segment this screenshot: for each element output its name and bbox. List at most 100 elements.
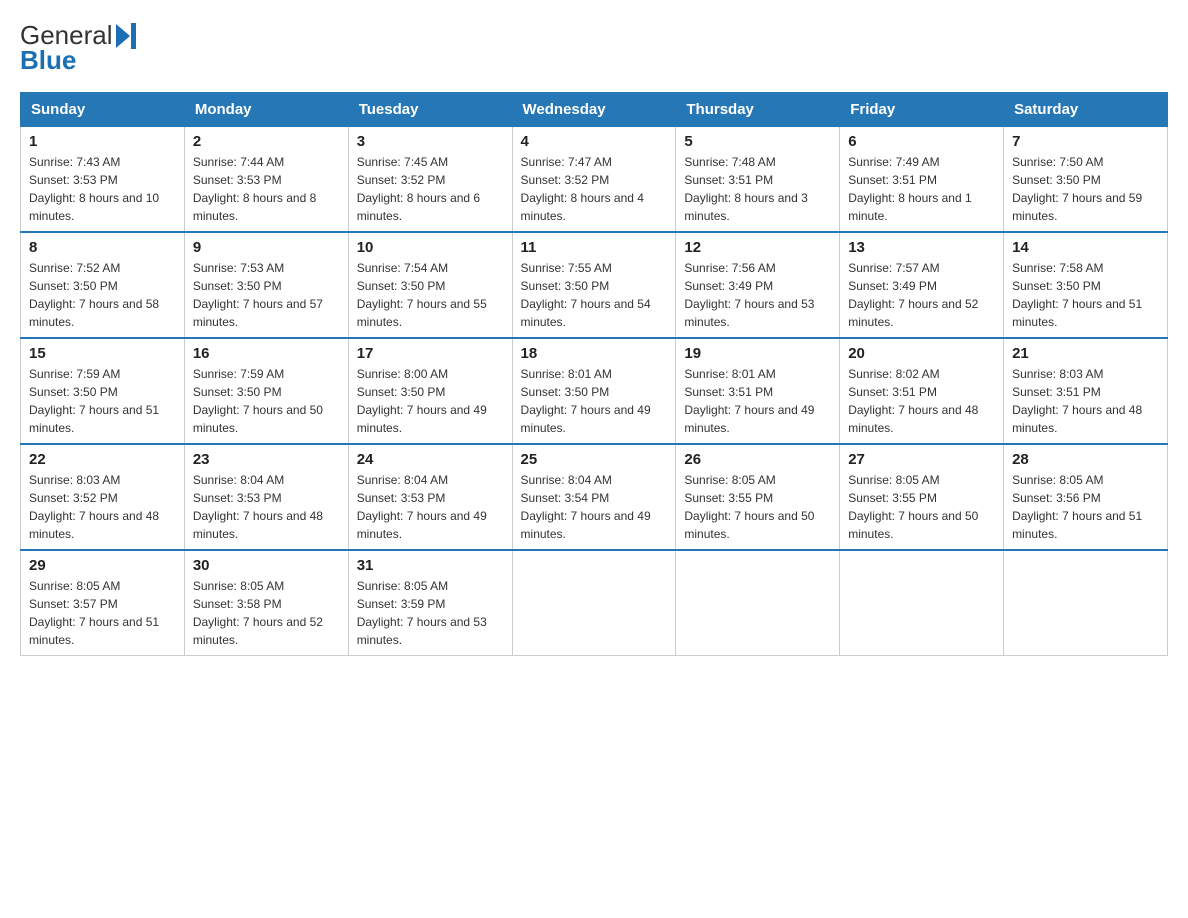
calendar-cell: 8 Sunrise: 7:52 AM Sunset: 3:50 PM Dayli… <box>21 232 185 338</box>
day-number: 6 <box>848 133 995 150</box>
day-number: 11 <box>521 239 668 256</box>
day-number: 7 <box>1012 133 1159 150</box>
calendar-cell: 31 Sunrise: 8:05 AM Sunset: 3:59 PM Dayl… <box>348 550 512 656</box>
day-of-week-header: Monday <box>184 93 348 127</box>
calendar-cell: 4 Sunrise: 7:47 AM Sunset: 3:52 PM Dayli… <box>512 127 676 233</box>
calendar-cell: 22 Sunrise: 8:03 AM Sunset: 3:52 PM Dayl… <box>21 444 185 550</box>
day-info: Sunrise: 7:43 AM Sunset: 3:53 PM Dayligh… <box>29 153 176 225</box>
day-info: Sunrise: 7:47 AM Sunset: 3:52 PM Dayligh… <box>521 153 668 225</box>
day-info: Sunrise: 7:59 AM Sunset: 3:50 PM Dayligh… <box>193 365 340 437</box>
day-info: Sunrise: 8:01 AM Sunset: 3:51 PM Dayligh… <box>684 365 831 437</box>
day-info: Sunrise: 7:52 AM Sunset: 3:50 PM Dayligh… <box>29 259 176 331</box>
day-info: Sunrise: 8:00 AM Sunset: 3:50 PM Dayligh… <box>357 365 504 437</box>
day-number: 14 <box>1012 239 1159 256</box>
calendar-cell: 10 Sunrise: 7:54 AM Sunset: 3:50 PM Dayl… <box>348 232 512 338</box>
calendar-cell: 2 Sunrise: 7:44 AM Sunset: 3:53 PM Dayli… <box>184 127 348 233</box>
day-info: Sunrise: 8:05 AM Sunset: 3:55 PM Dayligh… <box>848 471 995 543</box>
calendar-cell: 18 Sunrise: 8:01 AM Sunset: 3:50 PM Dayl… <box>512 338 676 444</box>
day-info: Sunrise: 8:05 AM Sunset: 3:58 PM Dayligh… <box>193 577 340 649</box>
day-number: 23 <box>193 451 340 468</box>
day-of-week-header: Thursday <box>676 93 840 127</box>
day-number: 19 <box>684 345 831 362</box>
calendar-cell: 7 Sunrise: 7:50 AM Sunset: 3:50 PM Dayli… <box>1004 127 1168 233</box>
calendar-cell: 1 Sunrise: 7:43 AM Sunset: 3:53 PM Dayli… <box>21 127 185 233</box>
day-number: 30 <box>193 557 340 574</box>
day-info: Sunrise: 7:44 AM Sunset: 3:53 PM Dayligh… <box>193 153 340 225</box>
day-number: 27 <box>848 451 995 468</box>
day-of-week-header: Saturday <box>1004 93 1168 127</box>
day-number: 3 <box>357 133 504 150</box>
calendar-cell: 5 Sunrise: 7:48 AM Sunset: 3:51 PM Dayli… <box>676 127 840 233</box>
day-number: 5 <box>684 133 831 150</box>
day-number: 12 <box>684 239 831 256</box>
day-info: Sunrise: 8:02 AM Sunset: 3:51 PM Dayligh… <box>848 365 995 437</box>
day-info: Sunrise: 8:04 AM Sunset: 3:53 PM Dayligh… <box>357 471 504 543</box>
day-number: 8 <box>29 239 176 256</box>
day-number: 1 <box>29 133 176 150</box>
day-info: Sunrise: 8:05 AM Sunset: 3:55 PM Dayligh… <box>684 471 831 543</box>
day-info: Sunrise: 7:54 AM Sunset: 3:50 PM Dayligh… <box>357 259 504 331</box>
day-info: Sunrise: 7:50 AM Sunset: 3:50 PM Dayligh… <box>1012 153 1159 225</box>
calendar-cell: 19 Sunrise: 8:01 AM Sunset: 3:51 PM Dayl… <box>676 338 840 444</box>
calendar-cell: 21 Sunrise: 8:03 AM Sunset: 3:51 PM Dayl… <box>1004 338 1168 444</box>
day-number: 20 <box>848 345 995 362</box>
day-number: 10 <box>357 239 504 256</box>
calendar-cell: 30 Sunrise: 8:05 AM Sunset: 3:58 PM Dayl… <box>184 550 348 656</box>
day-info: Sunrise: 8:03 AM Sunset: 3:52 PM Dayligh… <box>29 471 176 543</box>
calendar-cell <box>512 550 676 656</box>
day-number: 25 <box>521 451 668 468</box>
logo: General Blue <box>20 20 136 76</box>
day-number: 31 <box>357 557 504 574</box>
day-of-week-header: Sunday <box>21 93 185 127</box>
day-info: Sunrise: 8:01 AM Sunset: 3:50 PM Dayligh… <box>521 365 668 437</box>
day-number: 9 <box>193 239 340 256</box>
calendar-cell: 17 Sunrise: 8:00 AM Sunset: 3:50 PM Dayl… <box>348 338 512 444</box>
day-of-week-header: Wednesday <box>512 93 676 127</box>
day-number: 24 <box>357 451 504 468</box>
calendar-cell: 29 Sunrise: 8:05 AM Sunset: 3:57 PM Dayl… <box>21 550 185 656</box>
calendar-cell: 13 Sunrise: 7:57 AM Sunset: 3:49 PM Dayl… <box>840 232 1004 338</box>
day-info: Sunrise: 7:57 AM Sunset: 3:49 PM Dayligh… <box>848 259 995 331</box>
day-info: Sunrise: 8:04 AM Sunset: 3:54 PM Dayligh… <box>521 471 668 543</box>
day-info: Sunrise: 7:48 AM Sunset: 3:51 PM Dayligh… <box>684 153 831 225</box>
day-info: Sunrise: 7:53 AM Sunset: 3:50 PM Dayligh… <box>193 259 340 331</box>
day-info: Sunrise: 8:03 AM Sunset: 3:51 PM Dayligh… <box>1012 365 1159 437</box>
day-number: 17 <box>357 345 504 362</box>
calendar-cell: 16 Sunrise: 7:59 AM Sunset: 3:50 PM Dayl… <box>184 338 348 444</box>
calendar-cell: 3 Sunrise: 7:45 AM Sunset: 3:52 PM Dayli… <box>348 127 512 233</box>
day-info: Sunrise: 7:56 AM Sunset: 3:49 PM Dayligh… <box>684 259 831 331</box>
day-info: Sunrise: 8:05 AM Sunset: 3:59 PM Dayligh… <box>357 577 504 649</box>
calendar-cell: 25 Sunrise: 8:04 AM Sunset: 3:54 PM Dayl… <box>512 444 676 550</box>
calendar-cell: 14 Sunrise: 7:58 AM Sunset: 3:50 PM Dayl… <box>1004 232 1168 338</box>
day-of-week-header: Tuesday <box>348 93 512 127</box>
day-number: 21 <box>1012 345 1159 362</box>
day-number: 13 <box>848 239 995 256</box>
day-info: Sunrise: 7:59 AM Sunset: 3:50 PM Dayligh… <box>29 365 176 437</box>
day-number: 26 <box>684 451 831 468</box>
day-info: Sunrise: 8:05 AM Sunset: 3:56 PM Dayligh… <box>1012 471 1159 543</box>
calendar-cell: 24 Sunrise: 8:04 AM Sunset: 3:53 PM Dayl… <box>348 444 512 550</box>
page-header: General Blue <box>20 20 1168 76</box>
day-number: 4 <box>521 133 668 150</box>
calendar-cell: 6 Sunrise: 7:49 AM Sunset: 3:51 PM Dayli… <box>840 127 1004 233</box>
day-info: Sunrise: 8:05 AM Sunset: 3:57 PM Dayligh… <box>29 577 176 649</box>
calendar-cell: 11 Sunrise: 7:55 AM Sunset: 3:50 PM Dayl… <box>512 232 676 338</box>
day-number: 2 <box>193 133 340 150</box>
calendar-cell: 23 Sunrise: 8:04 AM Sunset: 3:53 PM Dayl… <box>184 444 348 550</box>
day-info: Sunrise: 8:04 AM Sunset: 3:53 PM Dayligh… <box>193 471 340 543</box>
calendar-cell: 20 Sunrise: 8:02 AM Sunset: 3:51 PM Dayl… <box>840 338 1004 444</box>
day-number: 15 <box>29 345 176 362</box>
calendar-cell <box>1004 550 1168 656</box>
day-number: 28 <box>1012 451 1159 468</box>
day-of-week-header: Friday <box>840 93 1004 127</box>
day-info: Sunrise: 7:58 AM Sunset: 3:50 PM Dayligh… <box>1012 259 1159 331</box>
calendar-cell: 15 Sunrise: 7:59 AM Sunset: 3:50 PM Dayl… <box>21 338 185 444</box>
calendar-cell: 12 Sunrise: 7:56 AM Sunset: 3:49 PM Dayl… <box>676 232 840 338</box>
calendar-table: SundayMondayTuesdayWednesdayThursdayFrid… <box>20 92 1168 656</box>
day-info: Sunrise: 7:49 AM Sunset: 3:51 PM Dayligh… <box>848 153 995 225</box>
calendar-cell: 27 Sunrise: 8:05 AM Sunset: 3:55 PM Dayl… <box>840 444 1004 550</box>
day-number: 18 <box>521 345 668 362</box>
day-number: 29 <box>29 557 176 574</box>
calendar-cell: 9 Sunrise: 7:53 AM Sunset: 3:50 PM Dayli… <box>184 232 348 338</box>
day-number: 16 <box>193 345 340 362</box>
